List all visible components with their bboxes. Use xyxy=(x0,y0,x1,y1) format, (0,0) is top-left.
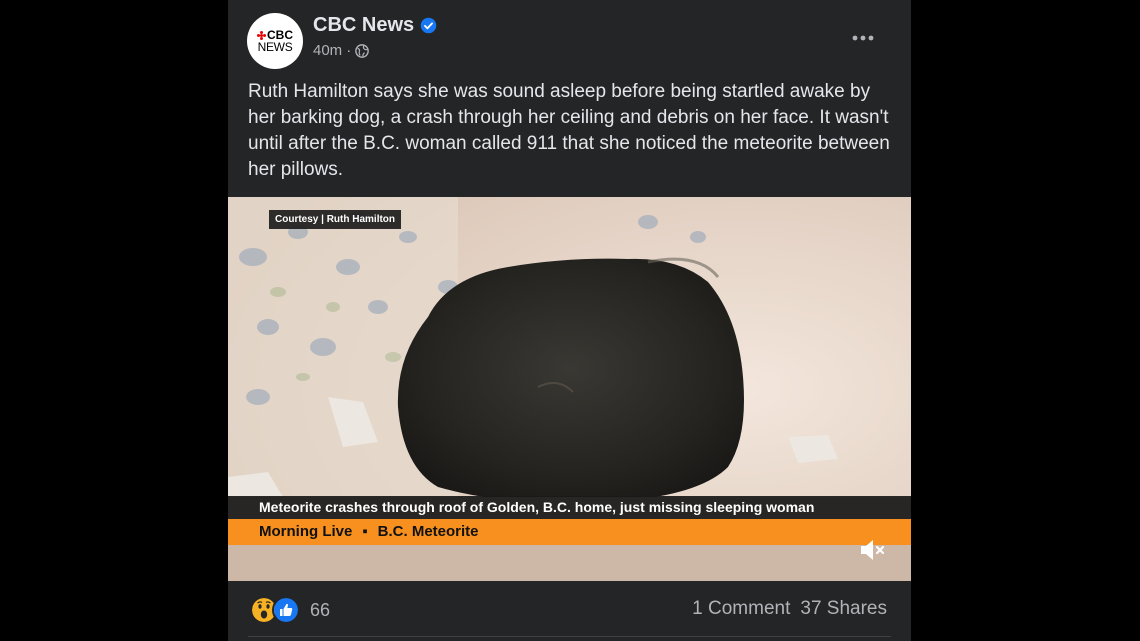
post-meta: 40m · xyxy=(313,42,370,59)
video-player[interactable]: Courtesy | Ruth Hamilton Meteorite crash… xyxy=(228,197,911,581)
share-count[interactable]: 37 Shares xyxy=(800,598,887,620)
avatar-line-2: NEWS xyxy=(257,40,293,54)
cbc-gem-icon xyxy=(257,30,266,40)
more-options-icon[interactable] xyxy=(848,28,878,48)
reactions-summary[interactable]: 66 xyxy=(250,596,330,624)
verified-badge-icon xyxy=(420,17,437,34)
ticker-bullet: ▪ xyxy=(362,523,368,540)
reaction-count: 66 xyxy=(310,599,331,620)
video-headline: Meteorite crashes through roof of Golden… xyxy=(228,496,911,519)
page-name[interactable]: CBC News xyxy=(313,14,414,37)
engagement-bar: 66 1 Comment 37 Shares xyxy=(228,590,911,630)
courtesy-label: Courtesy | Ruth Hamilton xyxy=(269,210,402,229)
post-time[interactable]: 40m xyxy=(313,42,342,59)
comment-count[interactable]: 1 Comment xyxy=(692,598,790,620)
segment-name: B.C. Meteorite xyxy=(377,523,479,540)
like-icon xyxy=(272,596,300,624)
post-card: CBC NEWS CBC News 40m · Ruth Hamilton sa… xyxy=(228,0,911,641)
page-avatar[interactable]: CBC NEWS xyxy=(247,13,303,69)
globe-icon xyxy=(355,43,370,58)
muted-speaker-icon[interactable] xyxy=(858,537,888,563)
post-caption: Ruth Hamilton says she was sound asleep … xyxy=(248,81,890,180)
meta-separator: · xyxy=(346,42,352,59)
ticker-bar: Morning Live ▪ B.C. Meteorite xyxy=(228,519,911,545)
footer-divider xyxy=(248,636,891,637)
show-name: Morning Live xyxy=(259,523,353,540)
